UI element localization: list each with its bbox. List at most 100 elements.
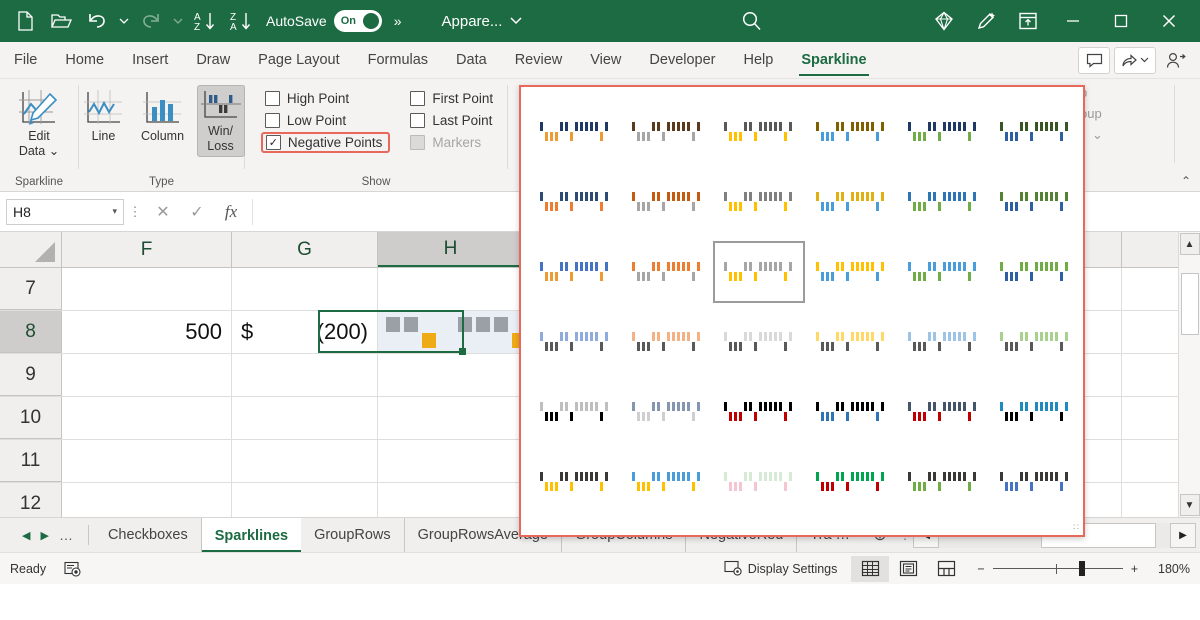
formula-bar-grip[interactable]: ⋮ [124, 209, 146, 215]
sparkline-style-option[interactable] [621, 97, 713, 167]
high-point-checkbox[interactable] [265, 91, 280, 106]
cell-f10[interactable] [62, 397, 232, 439]
cell-g11[interactable] [232, 440, 378, 482]
autosave-control[interactable]: AutoSave On [266, 10, 382, 32]
hscroll-track-right[interactable] [1156, 523, 1170, 548]
zoom-slider[interactable] [993, 562, 1123, 576]
diamond-icon[interactable] [924, 4, 964, 38]
redo-icon[interactable] [134, 5, 168, 37]
sparkline-style-option[interactable] [713, 97, 805, 167]
name-box[interactable]: H8 ▾ [6, 199, 124, 225]
page-break-preview-button[interactable] [927, 556, 965, 582]
high-point-checkbox-row[interactable]: High Point [265, 91, 387, 106]
cell-h8[interactable] [378, 311, 524, 353]
sparkline-style-option[interactable] [529, 237, 621, 307]
sparkline-style-option[interactable] [897, 167, 989, 237]
sparkline-style-option[interactable] [989, 377, 1081, 447]
row-header-8[interactable]: 8 [0, 311, 62, 353]
winloss-sparkline-button[interactable]: Win/ Loss [197, 85, 245, 157]
cell-g7[interactable] [232, 268, 378, 310]
cell-h11[interactable] [378, 440, 524, 482]
share-button[interactable] [1114, 47, 1156, 74]
sparkline-style-option[interactable] [713, 307, 805, 377]
cell-h7[interactable] [378, 268, 524, 310]
zoom-slider-thumb[interactable] [1079, 561, 1085, 576]
sparkline-style-option[interactable] [989, 447, 1081, 517]
sparkline-style-option[interactable] [805, 237, 897, 307]
sparkline-style-option[interactable] [529, 167, 621, 237]
row-header-12[interactable]: 12 [0, 483, 62, 517]
tab-developer[interactable]: Developer [635, 42, 729, 78]
first-point-checkbox[interactable] [410, 91, 425, 106]
sparkline-style-option[interactable] [529, 97, 621, 167]
open-folder-icon[interactable] [44, 5, 78, 37]
tab-help[interactable]: Help [730, 42, 788, 78]
zoom-out-button[interactable]: − [977, 562, 984, 576]
qat-more-icon[interactable]: » [394, 13, 402, 29]
row-header-11[interactable]: 11 [0, 440, 62, 482]
negative-points-checkbox-row[interactable]: ✓ Negative Points [261, 132, 391, 153]
cell-h9[interactable] [378, 354, 524, 396]
hscroll-right-button[interactable]: ▶ [1170, 523, 1196, 548]
cancel-formula-icon[interactable]: ✕ [146, 199, 180, 225]
cell-f8[interactable]: 500 [62, 311, 232, 353]
sparkline-style-gallery[interactable]: ∷ [519, 85, 1085, 537]
tab-home[interactable]: Home [51, 42, 118, 78]
sparkline-style-option[interactable] [713, 447, 805, 517]
sparkline-style-option[interactable] [805, 167, 897, 237]
sparkline-style-option[interactable] [713, 167, 805, 237]
cell-f9[interactable] [62, 354, 232, 396]
sparkline-style-option[interactable] [989, 97, 1081, 167]
sheet-tab-checkboxes[interactable]: Checkboxes [95, 518, 202, 552]
collaborate-button[interactable] [1160, 47, 1192, 74]
page-layout-view-button[interactable] [889, 556, 927, 582]
low-point-checkbox-row[interactable]: Low Point [265, 113, 387, 128]
sparkline-style-option[interactable] [897, 97, 989, 167]
vertical-scroll-thumb[interactable] [1181, 273, 1199, 335]
ribbon-display-icon[interactable] [1008, 4, 1048, 38]
autosave-toggle[interactable]: On [334, 10, 382, 32]
scroll-up-button[interactable]: ▲ [1180, 233, 1200, 255]
close-button[interactable] [1146, 0, 1192, 42]
sparkline-style-option[interactable] [897, 377, 989, 447]
row-header-10[interactable]: 10 [0, 397, 62, 439]
sparkline-style-option[interactable] [529, 377, 621, 447]
sparkline-style-option[interactable] [897, 447, 989, 517]
sparkline-style-option[interactable] [621, 167, 713, 237]
tab-insert[interactable]: Insert [118, 42, 182, 78]
cell-f11[interactable] [62, 440, 232, 482]
cell-h10[interactable] [378, 397, 524, 439]
sheet-overflow-icon[interactable]: … [59, 527, 74, 543]
select-all-button[interactable] [0, 232, 62, 267]
insert-function-icon[interactable]: fx [214, 199, 248, 225]
scroll-down-button[interactable]: ▼ [1180, 494, 1200, 516]
sort-ascending-icon[interactable]: AZ [188, 5, 222, 37]
zoom-level-label[interactable]: 180% [1146, 562, 1190, 576]
sparkline-style-option[interactable] [805, 377, 897, 447]
sparkline-style-option[interactable] [989, 307, 1081, 377]
cell-h12[interactable] [378, 483, 524, 517]
last-point-checkbox-row[interactable]: Last Point [410, 113, 493, 128]
sparkline-style-option[interactable] [989, 167, 1081, 237]
tab-draw[interactable]: Draw [182, 42, 244, 78]
enter-formula-icon[interactable]: ✓ [180, 199, 214, 225]
tab-view[interactable]: View [576, 42, 635, 78]
sheet-next-icon[interactable]: ▶ [40, 529, 48, 542]
maximize-button[interactable] [1098, 0, 1144, 42]
sparkline-style-option[interactable] [621, 307, 713, 377]
tab-formulas[interactable]: Formulas [354, 42, 442, 78]
sparkline-style-option[interactable] [805, 307, 897, 377]
negative-points-checkbox[interactable]: ✓ [266, 135, 281, 150]
tab-data[interactable]: Data [442, 42, 501, 78]
sparkline-style-option[interactable] [621, 237, 713, 307]
document-title-button[interactable]: Appare... [442, 13, 523, 30]
gallery-resize-grip[interactable]: ∷ [1073, 522, 1080, 533]
new-file-icon[interactable] [8, 5, 42, 37]
normal-view-button[interactable] [851, 556, 889, 582]
tab-review[interactable]: Review [501, 42, 577, 78]
vertical-scrollbar[interactable]: ▲ ▼ [1178, 232, 1200, 517]
tab-page-layout[interactable]: Page Layout [244, 42, 353, 78]
cell-f7[interactable] [62, 268, 232, 310]
sheet-tab-grouprows[interactable]: GroupRows [301, 518, 405, 552]
cell-g9[interactable] [232, 354, 378, 396]
